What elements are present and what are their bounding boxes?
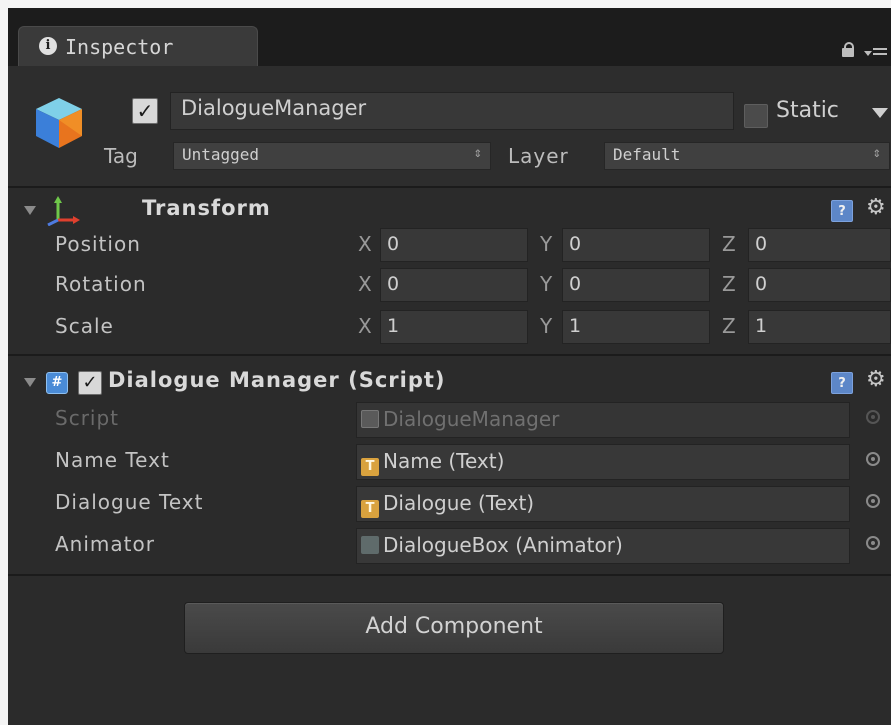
foldout-arrow-icon[interactable] [24, 378, 36, 387]
dialogue-text-row: Dialogue Text T Dialogue (Text) [8, 484, 891, 524]
axis-label-y: Y [540, 272, 553, 296]
field-label: Rotation [55, 272, 147, 296]
transform-title: Transform [142, 196, 271, 220]
tag-dropdown[interactable]: Untagged ⇕ [173, 142, 491, 170]
object-picker-icon[interactable] [866, 536, 880, 550]
field-value: DialogueManager [383, 407, 560, 431]
position-x-field[interactable]: 0 [380, 228, 528, 262]
transform-row-rotation: Rotation X 0 Y 0 Z 0 [8, 266, 891, 306]
gameobject-icon [36, 98, 82, 148]
text-component-icon: T [361, 500, 379, 518]
field-label: Animator [55, 532, 155, 556]
field-label: Name Text [55, 448, 170, 472]
axis-label-z: Z [722, 232, 736, 256]
scale-z-field[interactable]: 1 [748, 310, 891, 344]
foldout-arrow-icon[interactable] [24, 206, 36, 215]
layer-label: Layer [508, 144, 569, 168]
updown-arrow-icon: ⇕ [872, 145, 881, 161]
axis-label-z: Z [722, 272, 736, 296]
object-picker-icon[interactable] [866, 452, 880, 466]
object-name-field[interactable]: DialogueManager [170, 92, 734, 130]
animator-field[interactable]: DialogueBox (Animator) [356, 528, 850, 564]
name-text-row: Name Text T Name (Text) [8, 442, 891, 482]
help-icon[interactable]: ? [831, 372, 853, 394]
field-value: DialogueBox (Animator) [383, 533, 623, 557]
position-y-field[interactable]: 0 [562, 228, 710, 262]
position-z-field[interactable]: 0 [748, 228, 891, 262]
layer-dropdown[interactable]: Default ⇕ [604, 142, 890, 170]
help-icon[interactable]: ? [831, 200, 853, 222]
layer-value: Default [613, 145, 681, 164]
transform-row-scale: Scale X 1 Y 1 Z 1 [8, 308, 891, 348]
rotation-x-field[interactable]: 0 [380, 268, 528, 302]
dialogue-text-field[interactable]: T Dialogue (Text) [356, 486, 850, 522]
add-component-button[interactable]: Add Component [184, 602, 724, 654]
tab-bar: i Inspector [8, 8, 891, 66]
inspector-window: i Inspector ✓ DialogueManager Static Tag… [8, 8, 891, 725]
gear-icon[interactable]: ⚙ [866, 196, 890, 220]
field-label: Scale [55, 314, 114, 338]
transform-icon [47, 196, 80, 226]
transform-row-position: Position X 0 Y 0 Z 0 [8, 226, 891, 266]
tab-inspector[interactable]: i Inspector [18, 26, 258, 66]
script-component-title: Dialogue Manager (Script) [108, 368, 446, 392]
tag-label: Tag [104, 144, 138, 168]
script-field-row: Script DialogueManager [8, 400, 891, 440]
axis-label-x: X [358, 314, 372, 338]
animator-icon [361, 536, 379, 554]
gear-icon[interactable]: ⚙ [866, 368, 890, 392]
name-text-field[interactable]: T Name (Text) [356, 444, 850, 480]
axis-label-y: Y [540, 314, 553, 338]
script-component-header[interactable]: # ✓ Dialogue Manager (Script) ? ⚙ [8, 362, 891, 404]
tab-label: Inspector [65, 35, 174, 59]
rotation-y-field[interactable]: 0 [562, 268, 710, 302]
tag-value: Untagged [182, 145, 260, 164]
object-picker-icon[interactable] [866, 494, 880, 508]
component-divider [8, 574, 891, 576]
scale-y-field[interactable]: 1 [562, 310, 710, 344]
static-checkbox[interactable] [744, 104, 768, 128]
script-icon [361, 410, 379, 428]
menu-icon[interactable] [864, 46, 888, 62]
static-label: Static [776, 98, 839, 123]
gameobject-header: ✓ DialogueManager Static Tag Untagged ⇕ … [8, 66, 891, 188]
lock-icon[interactable] [842, 42, 854, 57]
object-picker-icon [866, 410, 880, 424]
script-reference-field: DialogueManager [356, 402, 850, 438]
axis-label-z: Z [722, 314, 736, 338]
info-icon: i [39, 37, 57, 55]
csharp-script-icon: # [46, 372, 68, 394]
active-checkbox[interactable]: ✓ [132, 98, 158, 124]
field-value: Name (Text) [383, 449, 505, 473]
axis-label-x: X [358, 272, 372, 296]
rotation-z-field[interactable]: 0 [748, 268, 891, 302]
field-value: Dialogue (Text) [383, 491, 535, 515]
axis-label-y: Y [540, 232, 553, 256]
updown-arrow-icon: ⇕ [473, 145, 482, 161]
text-component-icon: T [361, 458, 379, 476]
animator-row: Animator DialogueBox (Animator) [8, 526, 891, 566]
scale-x-field[interactable]: 1 [380, 310, 528, 344]
component-enabled-checkbox[interactable]: ✓ [78, 371, 102, 395]
static-dropdown-icon[interactable] [872, 108, 888, 118]
component-divider [8, 354, 891, 356]
field-label: Dialogue Text [55, 490, 204, 514]
axis-label-x: X [358, 232, 372, 256]
field-label: Script [55, 406, 120, 430]
field-label: Position [55, 232, 141, 256]
